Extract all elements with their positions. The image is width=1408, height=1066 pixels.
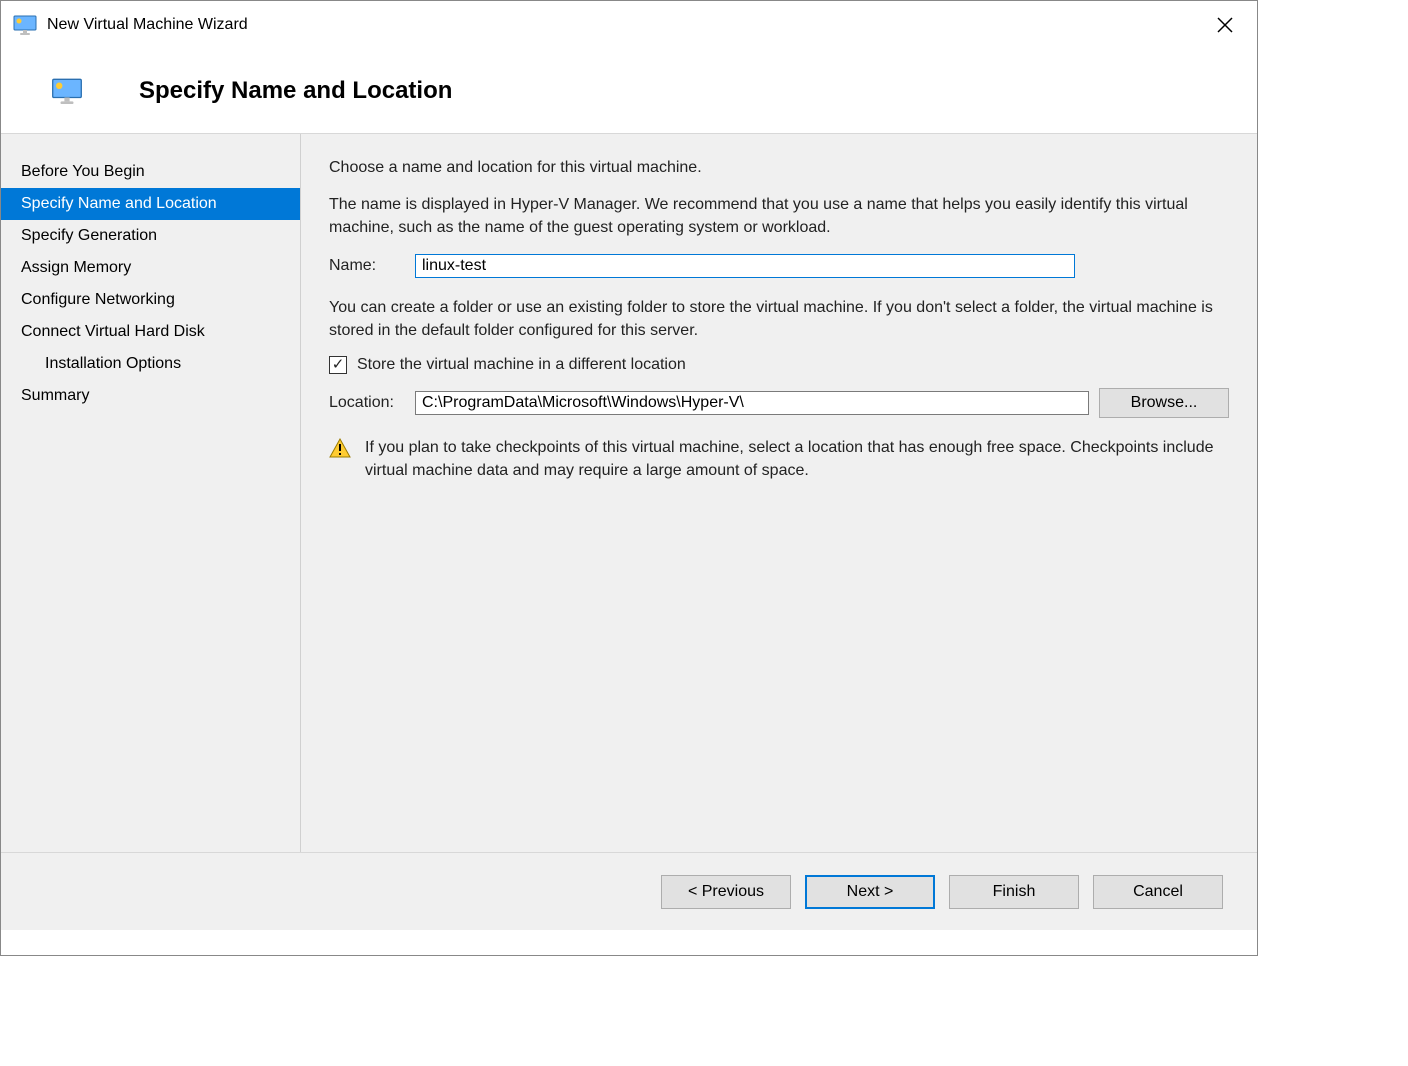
cancel-button[interactable]: Cancel <box>1093 875 1223 909</box>
warning-icon <box>329 438 351 458</box>
finish-button[interactable]: Finish <box>949 875 1079 909</box>
sidebar-item-0[interactable]: Before You Begin <box>1 156 300 188</box>
sidebar-item-7[interactable]: Summary <box>1 380 300 412</box>
location-input[interactable] <box>415 391 1089 415</box>
location-label: Location: <box>329 394 415 412</box>
main-content: Choose a name and location for this virt… <box>301 134 1257 852</box>
next-button[interactable]: Next > <box>805 875 935 909</box>
sidebar-item-3[interactable]: Assign Memory <box>1 252 300 284</box>
app-icon <box>13 15 37 35</box>
sidebar-item-1[interactable]: Specify Name and Location <box>1 188 300 220</box>
close-icon <box>1217 17 1233 33</box>
warning-row: If you plan to take checkpoints of this … <box>329 436 1229 482</box>
store-checkbox-row[interactable]: ✓ Store the virtual machine in a differe… <box>329 356 1229 374</box>
folder-text: You can create a folder or use an existi… <box>329 296 1229 342</box>
name-input[interactable] <box>415 254 1075 278</box>
intro-text-1: Choose a name and location for this virt… <box>329 156 1229 179</box>
sidebar-item-5[interactable]: Connect Virtual Hard Disk <box>1 316 300 348</box>
intro-text-2: The name is displayed in Hyper-V Manager… <box>329 193 1229 239</box>
header-band: Specify Name and Location <box>1 49 1257 134</box>
wizard-body: Before You BeginSpecify Name and Locatio… <box>1 134 1257 852</box>
name-label: Name: <box>329 257 415 275</box>
sidebar-item-6[interactable]: Installation Options <box>1 348 300 380</box>
browse-button[interactable]: Browse... <box>1099 388 1229 418</box>
wizard-icon <box>51 78 83 104</box>
store-checkbox[interactable]: ✓ <box>329 356 347 374</box>
sidebar-item-4[interactable]: Configure Networking <box>1 284 300 316</box>
page-title: Specify Name and Location <box>139 77 452 105</box>
store-checkbox-label: Store the virtual machine in a different… <box>357 356 686 374</box>
footer: < Previous Next > Finish Cancel <box>1 852 1257 930</box>
location-row: Location: Browse... <box>329 388 1229 418</box>
name-row: Name: <box>329 254 1229 278</box>
warning-text: If you plan to take checkpoints of this … <box>365 436 1229 482</box>
sidebar: Before You BeginSpecify Name and Locatio… <box>1 134 301 852</box>
close-button[interactable] <box>1205 5 1245 45</box>
window-title: New Virtual Machine Wizard <box>47 16 248 34</box>
previous-button[interactable]: < Previous <box>661 875 791 909</box>
sidebar-item-2[interactable]: Specify Generation <box>1 220 300 252</box>
titlebar: New Virtual Machine Wizard <box>1 1 1257 49</box>
